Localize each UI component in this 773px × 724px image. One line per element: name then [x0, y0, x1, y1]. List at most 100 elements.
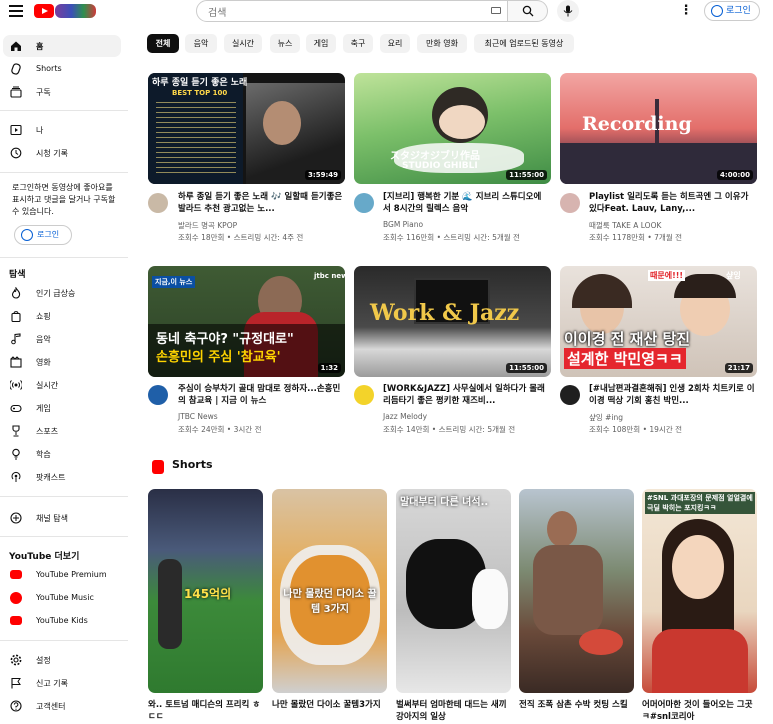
channel-avatar[interactable] [148, 385, 168, 405]
sidebar-item-label: 구독 [36, 88, 51, 97]
channel-avatar[interactable] [560, 385, 580, 405]
short-title[interactable]: 나만 몰랐던 다이소 꿀템3가지 [272, 699, 387, 711]
thumbnail-text: STUDIO GHIBLI [402, 161, 478, 171]
video-title[interactable]: 하루 종일 듣기 좋은 노래 🎶 일할때 듣기좋은 발라드 추천 광고없는 노.… [178, 191, 344, 215]
channel-name[interactable]: 발라드 명곡 KPOP [178, 220, 237, 231]
sidebar-divider [0, 536, 128, 537]
sign-in-button[interactable]: 로그인 [704, 1, 760, 21]
settings-more-icon[interactable]: ⋮ [679, 4, 693, 18]
video-title[interactable]: Playlist 일리도록 듣는 히트곡엔 그 이유가 있다Feat. Lauv… [589, 191, 755, 215]
sidebar-item-home[interactable]: 홈 [3, 35, 121, 57]
sidebar-item-help[interactable]: 고객센터 [3, 695, 121, 717]
video-duration: 11:55:00 [506, 170, 547, 180]
short-thumbnail[interactable]: #SNL 과대포장의 문제점 얼얼결에 극딜 박히는 포지킹ㅋㅋ [642, 489, 757, 693]
chip-animation[interactable]: 만화 영화 [417, 34, 467, 53]
sidebar-item-label: 실시간 [36, 381, 59, 390]
short-overlay-text: #SNL 과대포장의 문제점 얼얼결에 극딜 박히는 포지킹ㅋㅋ [645, 492, 755, 514]
sidebar-item-shorts[interactable]: Shorts [3, 58, 121, 80]
channel-name[interactable]: JTBC News [178, 412, 218, 421]
short-thumbnail[interactable]: 145억의 [148, 489, 263, 693]
sidebar-item-settings[interactable]: 설정 [3, 649, 121, 671]
sidebar-sign-in-button[interactable]: 로그인 [14, 225, 72, 245]
channel-name[interactable]: Jazz Melody [383, 412, 427, 421]
sidebar-item-label: 신고 기록 [36, 679, 68, 688]
sidebar-item-subscriptions[interactable]: 구독 [3, 81, 121, 103]
sidebar-item-shopping[interactable]: 쇼핑 [3, 305, 121, 327]
sidebar-item-live[interactable]: 실시간 [3, 374, 121, 396]
voice-search-button[interactable] [557, 0, 579, 22]
chip-gaming[interactable]: 게임 [306, 34, 336, 53]
sidebar-item-sports[interactable]: 스포츠 [3, 420, 121, 442]
sidebar-item-youtube-premium[interactable]: YouTube Premium [3, 564, 121, 586]
video-thumbnail[interactable]: Recording 4:00:00 [560, 73, 757, 184]
sidebar-item-learning[interactable]: 학습 [3, 443, 121, 465]
sidebar-item-movies[interactable]: 영화 [3, 351, 121, 373]
video-title[interactable]: [WORK&JAZZ] 사무실에서 일하다가 몰래 리듬타기 좋은 평키한 재즈… [383, 383, 549, 407]
menu-icon[interactable] [9, 5, 23, 17]
sidebar-item-youtube-music[interactable]: YouTube Music [3, 587, 121, 609]
channel-name[interactable]: BGM Piano [383, 220, 423, 229]
thumbnail-text: 동네 축구야? "규정대로" [156, 332, 294, 347]
more-from-youtube-heading: YouTube 더보기 [9, 552, 80, 562]
video-title[interactable]: 주심이 승부차기 골대 맘대로 정하자...손흥민의 참교육 | 지금 이 뉴스 [178, 383, 344, 407]
help-icon [10, 700, 22, 712]
channel-avatar[interactable] [354, 193, 374, 213]
short-title[interactable]: 어머어마한 것이 들어오는 그곳 ㅋ#snl코리아 [642, 699, 757, 723]
thumbnail-text: スタジオジブリ作品 [390, 151, 480, 162]
shorts-section-title: Shorts [172, 458, 213, 471]
sidebar-item-music[interactable]: 음악 [3, 328, 121, 350]
short-thumbnail[interactable]: 나만 몰랐던 다이소 꿀템 3가지 [272, 489, 387, 693]
video-title[interactable]: [#내남편과결혼해줘] 인생 2회차 치트키로 이이경 떡상 기회 홍친 박민.… [589, 383, 755, 407]
thumbnail-badge: jtbc news [314, 272, 345, 280]
sidebar-item-you[interactable]: 나 [3, 119, 121, 141]
video-title[interactable]: [지브리] 행복한 기분 🌊 지브리 스튜디오에서 8시간의 릴렉스 음악 [383, 191, 549, 215]
chip-all[interactable]: 전체 [147, 34, 179, 53]
thumbnail-text: 이이경 전 재산 탕진 [564, 330, 691, 348]
chip-recently-uploaded[interactable]: 최근에 업로드된 동영상 [474, 34, 574, 53]
thumbnail-text: 설계한 박민영ㅋㅋ [564, 348, 686, 369]
chip-soccer[interactable]: 축구 [343, 34, 373, 53]
sidebar-item-trending[interactable]: 인기 급상승 [3, 282, 121, 304]
channel-name[interactable]: 샾잉 #ing [589, 412, 623, 423]
youtube-logo[interactable] [34, 3, 96, 19]
sidebar-item-youtube-kids[interactable]: YouTube Kids [3, 610, 121, 632]
short-title[interactable]: 전직 조폭 삼촌 수박 컷팅 스킬 [519, 699, 634, 711]
video-duration: 11:55:00 [506, 363, 547, 373]
sidebar-item-podcasts[interactable]: 팟캐스트 [3, 466, 121, 488]
sidebar-item-browse-channels[interactable]: 채널 탐색 [3, 507, 121, 529]
video-metadata: 조회수 14만회 • 스트리밍 시간: 5개월 전 [383, 425, 516, 434]
thumbnail-text: 때문에!!! [648, 270, 686, 281]
channel-avatar[interactable] [354, 385, 374, 405]
sidebar-item-label: 팟캐스트 [36, 473, 66, 482]
video-thumbnail[interactable]: 때문에!!! 샾잉 이이경 전 재산 탕진 설계한 박민영ㅋㅋ 21:17 [560, 266, 757, 377]
thumbnail-text: BEST TOP 100 [172, 89, 228, 97]
trending-icon [11, 287, 21, 299]
short-title[interactable]: 벌써부터 엄마한테 대드는 새끼 강아지의 일상 [396, 699, 511, 723]
chip-cooking[interactable]: 요리 [380, 34, 410, 53]
video-thumbnail[interactable]: スタジオジブリ作品 STUDIO GHIBLI 11:55:00 [354, 73, 551, 184]
sidebar-item-label: YouTube Kids [36, 616, 88, 625]
search-button[interactable] [508, 0, 548, 22]
short-thumbnail[interactable] [519, 489, 634, 693]
sidebar: 홈 Shorts 구독 나 시청 기록 로그인하면 동영상에 좋아요를 표시하고… [0, 26, 128, 724]
sidebar-divider [0, 640, 128, 641]
sidebar-item-label: 채널 탐색 [36, 514, 68, 523]
chip-news[interactable]: 뉴스 [270, 34, 300, 53]
channel-avatar[interactable] [148, 193, 168, 213]
video-duration: 4:00:00 [717, 170, 753, 180]
sidebar-item-history[interactable]: 시청 기록 [3, 142, 121, 164]
chip-music[interactable]: 음악 [185, 34, 217, 53]
channel-avatar[interactable] [560, 193, 580, 213]
keyboard-icon[interactable] [491, 7, 501, 14]
video-thumbnail[interactable]: 하루 종일 듣기 좋은 노래 BEST TOP 100 3:59:49 [148, 73, 345, 184]
video-thumbnail[interactable]: Work & Jazz 11:55:00 [354, 266, 551, 377]
chip-live[interactable]: 실시간 [224, 34, 262, 53]
video-thumbnail[interactable]: 지금,이 뉴스 jtbc news 동네 축구야? "규정대로" 손흥민의 주심… [148, 266, 345, 377]
short-title[interactable]: 와.. 토트넘 매디슨의 프리킥 ㅎㄷㄷ [148, 699, 263, 723]
search-input[interactable] [197, 3, 467, 24]
history-icon [10, 147, 22, 159]
short-thumbnail[interactable]: 말대부터 다른 녀석.. [396, 489, 511, 693]
sidebar-item-gaming[interactable]: 게임 [3, 397, 121, 419]
sidebar-item-report-history[interactable]: 신고 기록 [3, 672, 121, 694]
channel-name[interactable]: 때껄룩 TAKE A LOOK [589, 220, 661, 231]
